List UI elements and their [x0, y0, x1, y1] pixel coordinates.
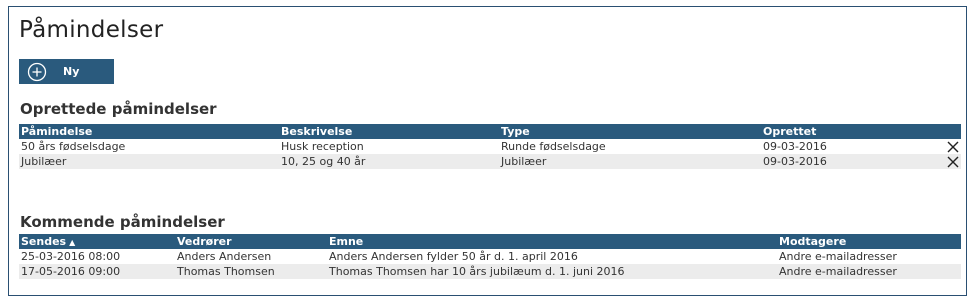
page-title: Påmindelser	[19, 17, 164, 43]
close-icon[interactable]	[947, 141, 959, 153]
table-header-row: Sendes ▲ Vedrører Emne Modtagere	[19, 234, 961, 249]
column-header-subject[interactable]: Emne	[327, 234, 777, 249]
upcoming-reminders-heading: Kommende påmindelser	[20, 213, 225, 231]
created-reminders-table: Påmindelse Beskrivelse Type Oprettet 50 …	[19, 124, 961, 169]
recipients-cell: Andre e-mailadresser	[777, 264, 961, 279]
column-header-created[interactable]: Oprettet	[761, 124, 941, 139]
subject-cell: Anders Andersen fylder 50 år d. 1. april…	[329, 250, 578, 263]
upcoming-reminders-table: Sendes ▲ Vedrører Emne Modtagere 25-03-20…	[19, 234, 961, 279]
new-button-label: Ny	[63, 65, 80, 78]
plus-circle-icon	[27, 62, 47, 81]
table-row[interactable]: Jubilæer 10, 25 og 40 år Jubilæer 09-03-…	[19, 154, 961, 169]
reminder-cell: Jubilæer	[19, 154, 279, 169]
column-header-send[interactable]: Sendes ▲	[19, 234, 175, 249]
column-header-reminder[interactable]: Påmindelse	[19, 124, 279, 139]
regarding-cell: Anders Andersen	[177, 250, 272, 263]
new-reminder-button[interactable]: Ny	[19, 59, 114, 84]
send-time-cell: 17-05-2016 09:00	[19, 264, 175, 279]
column-header-actions	[941, 124, 961, 139]
send-time-cell: 25-03-2016 08:00	[21, 250, 121, 263]
delete-cell	[941, 154, 961, 169]
table-row[interactable]: 17-05-2016 09:00 Thomas Thomsen Thomas T…	[19, 264, 961, 279]
type-cell: Runde fødselsdage	[501, 140, 606, 153]
column-header-send-label: Sendes	[21, 235, 67, 248]
description-cell: Husk reception	[281, 140, 364, 153]
regarding-cell: Thomas Thomsen	[175, 264, 327, 279]
column-header-description[interactable]: Beskrivelse	[279, 124, 499, 139]
close-icon[interactable]	[947, 156, 959, 168]
type-cell: Jubilæer	[499, 154, 761, 169]
description-cell: 10, 25 og 40 år	[279, 154, 499, 169]
delete-cell	[941, 139, 961, 154]
created-date-cell: 09-03-2016	[763, 140, 827, 153]
table-header-row: Påmindelse Beskrivelse Type Oprettet	[19, 124, 961, 139]
table-row[interactable]: 50 års fødselsdage Husk reception Runde …	[19, 139, 961, 154]
column-header-regarding[interactable]: Vedrører	[175, 234, 327, 249]
subject-cell: Thomas Thomsen har 10 års jubilæum d. 1.…	[327, 264, 777, 279]
created-date-cell: 09-03-2016	[761, 154, 941, 169]
column-header-type[interactable]: Type	[499, 124, 761, 139]
sort-ascending-icon: ▲	[69, 238, 76, 247]
column-header-recipients[interactable]: Modtagere	[777, 234, 961, 249]
recipients-cell: Andre e-mailadresser	[779, 250, 897, 263]
reminder-cell: 50 års fødselsdage	[21, 140, 126, 153]
created-reminders-heading: Oprettede påmindelser	[20, 100, 217, 118]
reminders-panel: Påmindelser Ny Oprettede påmindelser Påm…	[8, 6, 967, 296]
table-row[interactable]: 25-03-2016 08:00 Anders Andersen Anders …	[19, 249, 961, 264]
